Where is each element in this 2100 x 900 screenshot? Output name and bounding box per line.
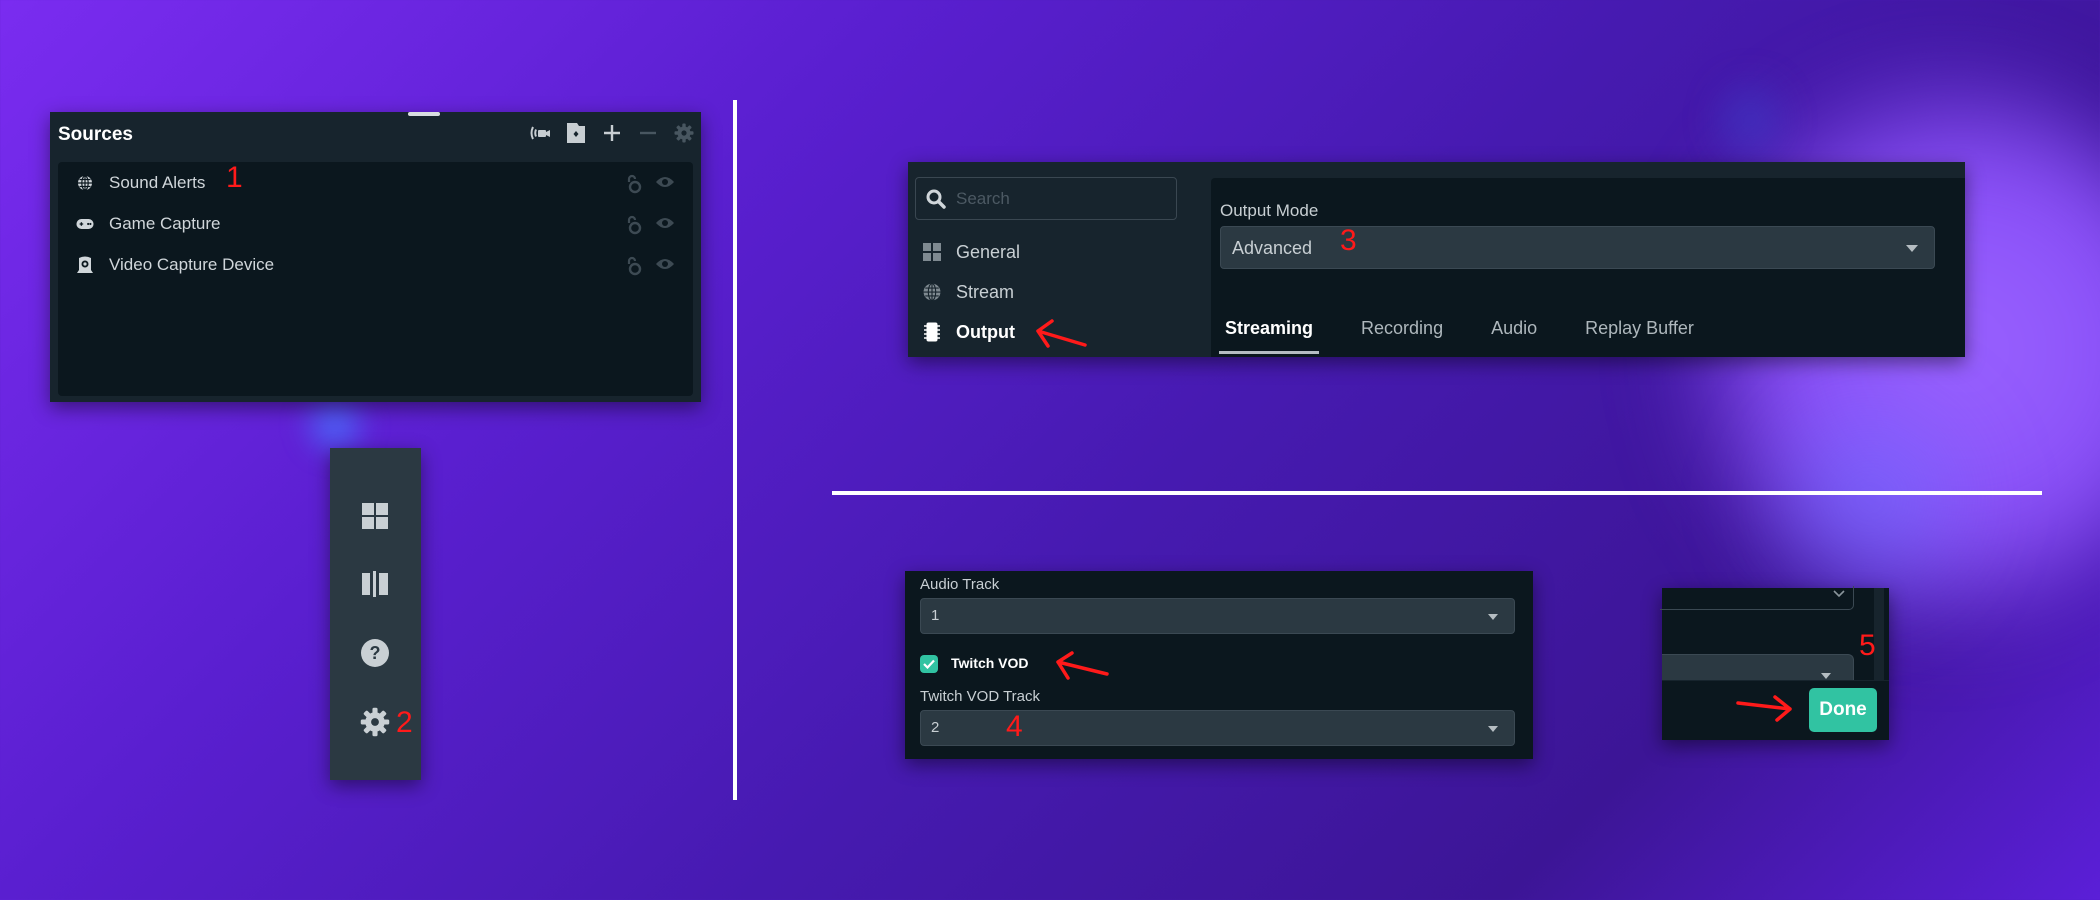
source-item[interactable]: Game Capture xyxy=(58,205,693,243)
nav-label: Stream xyxy=(956,281,1015,302)
caret-down-icon xyxy=(1821,673,1831,679)
sources-panel: Sources Sound Alerts Game Capture Video … xyxy=(50,112,701,402)
sources-toolbar xyxy=(529,122,695,144)
settings-icon[interactable] xyxy=(356,703,394,741)
sources-list: Sound Alerts Game Capture Video Capture … xyxy=(58,162,693,396)
step-annotation-5: 5 xyxy=(1859,629,1876,662)
globe-icon xyxy=(76,174,94,192)
audio-track-select[interactable]: 1 xyxy=(920,598,1515,634)
minus-icon[interactable] xyxy=(637,122,659,144)
drag-handle[interactable] xyxy=(408,112,440,116)
tab-streaming[interactable]: Streaming xyxy=(1219,318,1320,354)
caret-down-icon xyxy=(1488,614,1498,620)
caret-down-icon xyxy=(1906,245,1918,252)
source-label: Video Capture Device xyxy=(109,255,275,274)
select-value: 2 xyxy=(931,719,940,736)
layout-icon[interactable] xyxy=(356,497,394,535)
settings-content: Output Mode Advanced Streaming Recording… xyxy=(1211,178,1965,357)
settings-search[interactable] xyxy=(915,177,1177,220)
output-mode-label: Output Mode xyxy=(1220,201,1319,220)
source-label: Sound Alerts xyxy=(109,173,206,192)
select-value: 1 xyxy=(931,607,940,624)
folder-add-icon[interactable] xyxy=(565,122,587,144)
partial-select[interactable] xyxy=(1660,586,1854,610)
output-mode-select[interactable]: Advanced xyxy=(1220,226,1935,269)
twitch-vod-checkbox[interactable] xyxy=(920,655,938,673)
audio-settings-panel: Audio Track 1 Twitch VOD Twitch VOD Trac… xyxy=(905,571,1533,759)
background-glow xyxy=(1740,380,2000,620)
source-label: Game Capture xyxy=(109,214,221,233)
step-annotation-1: 1 xyxy=(226,161,243,194)
step-annotation-4: 4 xyxy=(1006,710,1023,743)
audio-track-label: Audio Track xyxy=(920,576,1000,593)
tab-audio[interactable]: Audio xyxy=(1485,318,1543,339)
eye-icon[interactable] xyxy=(655,256,675,274)
svg-text:?: ? xyxy=(370,643,381,663)
annotation-arrow xyxy=(1036,319,1087,348)
twitch-vod-track-label: Twitch VOD Track xyxy=(920,688,1041,705)
nav-item-output[interactable]: Output xyxy=(922,317,1015,347)
annotation-arrow xyxy=(1736,695,1792,722)
tab-replay-buffer[interactable]: Replay Buffer xyxy=(1579,318,1700,339)
chip-icon xyxy=(922,322,942,342)
nav-label: General xyxy=(956,241,1021,262)
help-icon[interactable]: ? xyxy=(356,634,394,672)
sources-title: Sources xyxy=(58,124,133,145)
columns-icon[interactable] xyxy=(356,565,394,603)
source-item[interactable]: Sound Alerts xyxy=(58,164,693,202)
footer-divider xyxy=(1662,680,1889,681)
annotation-arrow xyxy=(1056,651,1109,680)
nav-item-stream[interactable]: Stream xyxy=(922,277,1014,307)
output-tabs: Streaming Recording Audio Replay Buffer xyxy=(1219,318,1736,354)
broadcast-camera-icon[interactable] xyxy=(529,122,551,144)
gamepad-icon xyxy=(76,215,94,233)
nav-label: Output xyxy=(956,321,1015,342)
check-icon xyxy=(923,659,935,669)
caret-down-icon xyxy=(1488,726,1498,732)
source-item[interactable]: Video Capture Device xyxy=(58,246,693,284)
select-value: Advanced xyxy=(1232,238,1313,258)
grid-icon xyxy=(922,242,942,262)
tab-recording[interactable]: Recording xyxy=(1355,318,1449,339)
gear-icon[interactable] xyxy=(673,122,695,144)
eye-icon[interactable] xyxy=(655,215,675,233)
webcam-icon xyxy=(76,256,94,274)
globe-icon xyxy=(922,282,942,302)
vertical-divider xyxy=(733,100,737,800)
eye-icon[interactable] xyxy=(655,174,675,192)
twitch-vod-label: Twitch VOD xyxy=(951,655,1029,671)
search-input[interactable] xyxy=(956,187,1166,211)
plus-icon[interactable] xyxy=(601,122,623,144)
partial-select[interactable] xyxy=(1662,654,1854,680)
step-annotation-3: 3 xyxy=(1340,224,1357,257)
done-button[interactable]: Done xyxy=(1809,688,1877,732)
horizontal-divider xyxy=(832,491,2042,495)
chevron-down-icon xyxy=(1833,590,1845,598)
unlock-icon[interactable] xyxy=(625,215,643,235)
nav-item-general[interactable]: General xyxy=(922,237,1020,267)
search-icon xyxy=(926,189,946,209)
unlock-icon[interactable] xyxy=(625,174,643,194)
unlock-icon[interactable] xyxy=(625,256,643,276)
step-annotation-2: 2 xyxy=(396,706,413,739)
